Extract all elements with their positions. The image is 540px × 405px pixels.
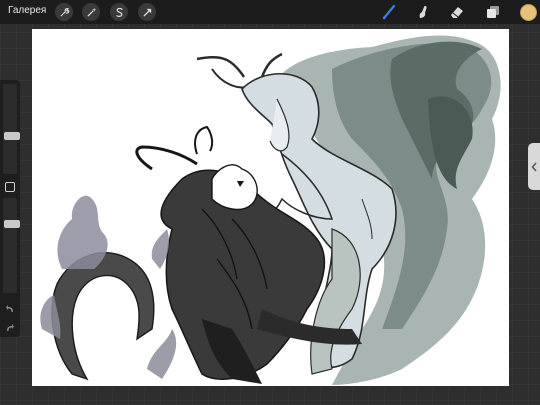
modify-square-icon[interactable] bbox=[5, 182, 15, 192]
brush-icon[interactable] bbox=[380, 3, 398, 21]
smudge-icon[interactable] bbox=[414, 3, 432, 21]
transform-arrow-icon[interactable] bbox=[138, 3, 156, 21]
wrench-icon[interactable] bbox=[55, 3, 73, 21]
layers-icon[interactable] bbox=[484, 3, 502, 21]
selection-s-icon[interactable] bbox=[110, 3, 128, 21]
magic-wand-icon[interactable] bbox=[82, 3, 100, 21]
artwork bbox=[40, 35, 501, 385]
tail bbox=[51, 252, 155, 381]
brush-size-slider[interactable] bbox=[3, 84, 20, 174]
opacity-thumb[interactable] bbox=[4, 220, 20, 228]
gallery-button[interactable]: Галерея bbox=[8, 5, 46, 16]
color-swatch[interactable] bbox=[520, 4, 537, 21]
brush-size-thumb[interactable] bbox=[4, 132, 20, 140]
top-toolbar: Галерея bbox=[0, 0, 540, 24]
left-sidebar bbox=[0, 80, 20, 337]
redo-icon[interactable] bbox=[5, 320, 15, 331]
eraser-icon[interactable] bbox=[448, 3, 466, 21]
opacity-slider[interactable] bbox=[3, 198, 20, 293]
side-panel-toggle[interactable] bbox=[528, 143, 540, 190]
drawing-canvas[interactable] bbox=[32, 29, 509, 386]
undo-icon[interactable] bbox=[5, 301, 15, 312]
chevron-left-icon bbox=[531, 162, 537, 171]
